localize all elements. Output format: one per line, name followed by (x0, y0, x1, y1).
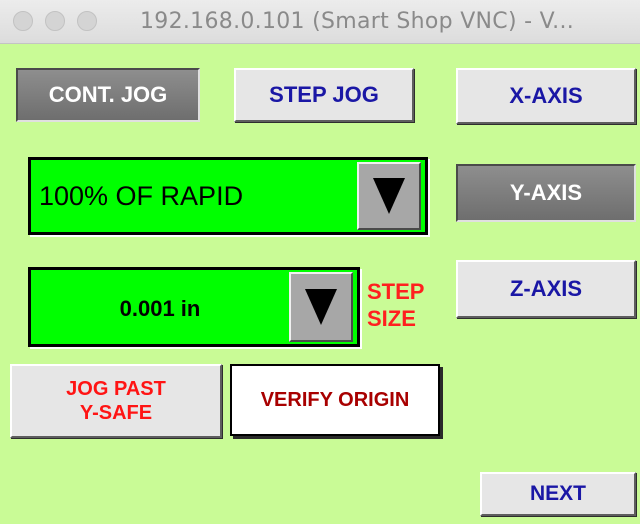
verify-origin-button[interactable]: VERIFY ORIGIN (230, 364, 440, 436)
verify-origin-label: VERIFY ORIGIN (260, 388, 410, 411)
jog-past-line1: JOG PAST (66, 378, 166, 400)
step-jog-label: STEP JOG (269, 82, 379, 107)
x-axis-label: X-AXIS (509, 83, 583, 108)
close-window-icon[interactable] (13, 11, 33, 31)
step-size-dropdown[interactable]: 0.001 in (28, 267, 360, 347)
step-size-value: 0.001 in (119, 296, 201, 321)
step-jog-button[interactable]: STEP JOG (234, 68, 414, 122)
jog-control-panel: CONT. JOG STEP JOG X-AXIS Y-AXIS Z-AXIS … (0, 44, 640, 524)
feed-rate-dropdown[interactable]: 100% OF RAPID (28, 157, 428, 235)
cont-jog-label: CONT. JOG (48, 82, 168, 107)
y-axis-button[interactable]: Y-AXIS (456, 164, 636, 222)
window-title: 192.168.0.101 (Smart Shop VNC) - V... (140, 9, 575, 34)
jog-past-line2: Y-SAFE (79, 402, 153, 424)
step-size-label: STEP SIZE (367, 278, 424, 332)
cont-jog-button[interactable]: CONT. JOG (16, 68, 200, 122)
zoom-window-icon[interactable] (77, 11, 97, 31)
x-axis-button[interactable]: X-AXIS (456, 68, 636, 124)
triangle-down-icon (305, 289, 337, 325)
jog-past-y-safe-button[interactable]: JOG PAST Y-SAFE (10, 364, 222, 438)
minimize-window-icon[interactable] (45, 11, 65, 31)
title-bar[interactable]: 192.168.0.101 (Smart Shop VNC) - V... (0, 0, 640, 44)
step-size-label-line1: STEP (367, 279, 425, 304)
feed-rate-value: 100% OF RAPID (39, 181, 244, 211)
triangle-down-icon (373, 178, 405, 214)
feed-rate-dropdown-button[interactable] (357, 162, 421, 230)
z-axis-button[interactable]: Z-AXIS (456, 260, 636, 318)
z-axis-label: Z-AXIS (509, 276, 583, 301)
y-axis-label: Y-AXIS (509, 180, 583, 205)
step-size-label-line2: SIZE (367, 306, 416, 331)
step-size-dropdown-button[interactable] (289, 272, 353, 342)
next-label: NEXT (529, 482, 586, 505)
next-button[interactable]: NEXT (480, 472, 636, 516)
